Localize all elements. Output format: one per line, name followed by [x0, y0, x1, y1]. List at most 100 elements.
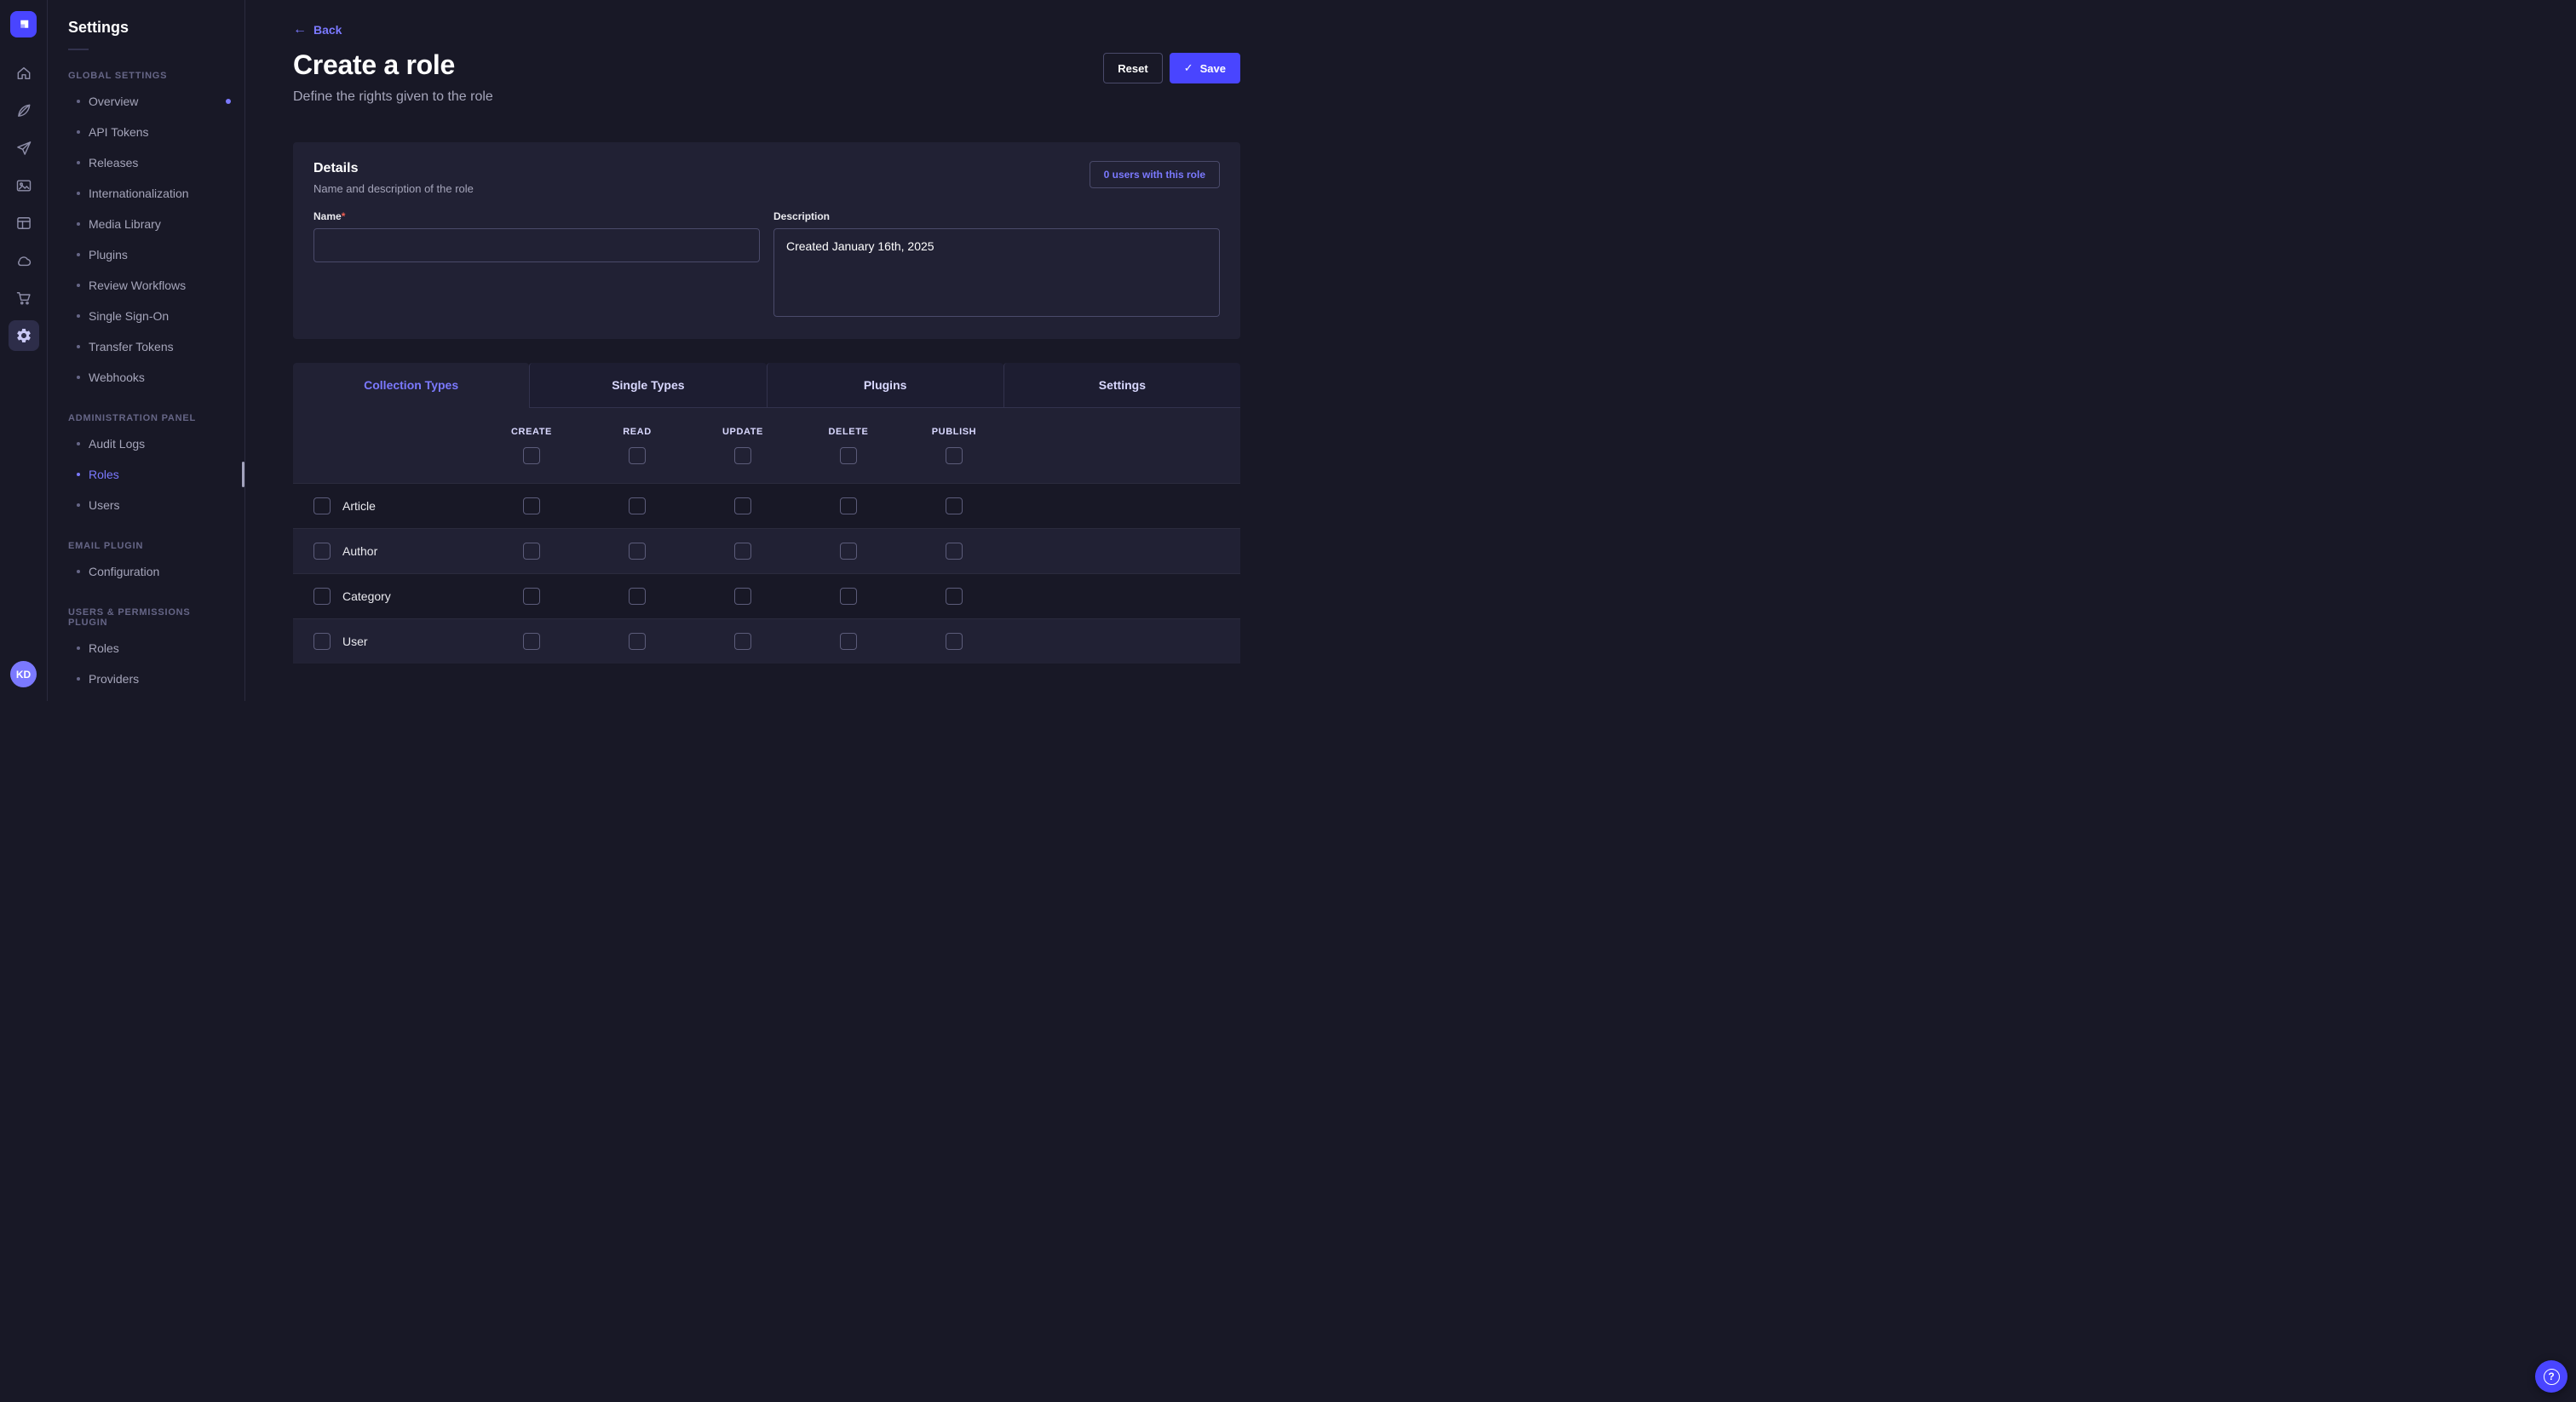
reset-button-label: Reset [1118, 62, 1147, 75]
back-link[interactable]: ← Back [293, 23, 342, 37]
sidebar-item-configuration[interactable]: Configuration [48, 556, 244, 587]
permission-checkbox[interactable] [946, 633, 963, 650]
header-actions: Reset ✓ Save [1103, 53, 1240, 83]
sidebar-item-single-sign-on[interactable]: Single Sign-On [48, 301, 244, 331]
row-select-checkbox[interactable] [313, 497, 331, 514]
section-global-settings: GLOBAL SETTINGS Overview API Tokens Rele… [48, 71, 244, 393]
row-label: Article [342, 499, 376, 513]
page-header: Create a role Define the rights given to… [293, 49, 1240, 105]
select-all-column-checkbox[interactable] [946, 447, 963, 464]
tab-plugins[interactable]: Plugins [767, 363, 1003, 408]
permission-checkbox[interactable] [840, 633, 857, 650]
section-label: USERS & PERMISSIONS PLUGIN [48, 607, 244, 628]
media-library-icon[interactable] [9, 170, 39, 201]
select-all-column-checkbox[interactable] [734, 447, 751, 464]
section-label: EMAIL PLUGIN [48, 541, 244, 551]
select-all-column-checkbox[interactable] [629, 447, 646, 464]
sidebar-title-divider [68, 49, 89, 50]
tab-single-types[interactable]: Single Types [529, 363, 766, 408]
column-update: UPDATE [690, 427, 796, 464]
sidebar-item-transfer-tokens[interactable]: Transfer Tokens [48, 331, 244, 362]
layout-icon[interactable] [9, 208, 39, 238]
permission-checkbox[interactable] [840, 497, 857, 514]
feather-pen-icon[interactable] [9, 95, 39, 126]
sidebar-item-label: Configuration [89, 565, 159, 578]
select-all-column-checkbox[interactable] [523, 447, 540, 464]
paper-plane-icon[interactable] [9, 133, 39, 164]
permission-checkbox[interactable] [523, 543, 540, 560]
sidebar-item-roles-admin[interactable]: Roles [48, 459, 244, 490]
check-icon: ✓ [1184, 61, 1193, 75]
details-form: Name* Description Created January 16th, … [313, 210, 1220, 317]
avatar[interactable]: KD [10, 661, 37, 687]
bullet-icon [77, 473, 80, 476]
column-label: PUBLISH [932, 427, 976, 437]
sidebar-item-overview[interactable]: Overview [48, 86, 244, 117]
settings-sidebar: Settings GLOBAL SETTINGS Overview API To… [48, 0, 245, 701]
permission-checkbox[interactable] [840, 588, 857, 605]
sidebar-item-roles-up[interactable]: Roles [48, 633, 244, 664]
details-title: Details [313, 161, 474, 176]
bullet-icon [77, 442, 80, 445]
tab-collection-types[interactable]: Collection Types [293, 363, 529, 408]
select-all-column-checkbox[interactable] [840, 447, 857, 464]
save-button[interactable]: ✓ Save [1170, 53, 1240, 83]
permission-checkbox[interactable] [946, 497, 963, 514]
description-textarea[interactable]: Created January 16th, 2025 [773, 228, 1220, 317]
bullet-icon [77, 677, 80, 681]
sidebar-item-webhooks[interactable]: Webhooks [48, 362, 244, 393]
bullet-icon [77, 284, 80, 287]
column-delete: DELETE [796, 427, 901, 464]
sidebar-item-releases[interactable]: Releases [48, 147, 244, 178]
permission-checkbox[interactable] [946, 543, 963, 560]
sidebar-item-label: API Tokens [89, 125, 149, 139]
sidebar-item-label: Roles [89, 641, 119, 655]
row-label: User [342, 635, 368, 648]
row-select-checkbox[interactable] [313, 543, 331, 560]
sidebar-item-audit-logs[interactable]: Audit Logs [48, 428, 244, 459]
users-with-role-button[interactable]: 0 users with this role [1090, 161, 1220, 188]
sidebar-item-users[interactable]: Users [48, 490, 244, 520]
cart-icon[interactable] [9, 283, 39, 313]
permission-checkbox[interactable] [523, 588, 540, 605]
permission-checkbox[interactable] [734, 633, 751, 650]
permission-checkbox[interactable] [629, 588, 646, 605]
sidebar-item-label: Providers [89, 672, 139, 686]
notification-dot-icon [226, 99, 231, 104]
permission-checkbox[interactable] [840, 543, 857, 560]
row-select-checkbox[interactable] [313, 633, 331, 650]
permission-checkbox[interactable] [629, 497, 646, 514]
name-field-group: Name* [313, 210, 760, 317]
column-publish: PUBLISH [901, 427, 1007, 464]
permission-checkbox[interactable] [734, 497, 751, 514]
permission-checkbox[interactable] [523, 633, 540, 650]
sidebar-item-review-workflows[interactable]: Review Workflows [48, 270, 244, 301]
sidebar-item-api-tokens[interactable]: API Tokens [48, 117, 244, 147]
row-select-checkbox[interactable] [313, 588, 331, 605]
permission-checkbox[interactable] [523, 497, 540, 514]
help-button[interactable]: ? [2535, 1360, 2567, 1393]
home-icon[interactable] [9, 58, 39, 89]
sidebar-item-internationalization[interactable]: Internationalization [48, 178, 244, 209]
sidebar-item-providers[interactable]: Providers [48, 664, 244, 694]
row-label: Category [342, 589, 391, 603]
gear-icon[interactable] [9, 320, 39, 351]
sidebar-item-plugins[interactable]: Plugins [48, 239, 244, 270]
cloud-icon[interactable] [9, 245, 39, 276]
permission-checkbox[interactable] [629, 543, 646, 560]
details-card-header: Details Name and description of the role… [313, 161, 1220, 195]
permission-checkbox[interactable] [629, 633, 646, 650]
permission-checkbox[interactable] [734, 543, 751, 560]
main-nav-rail: KD [0, 0, 48, 701]
bullet-icon [77, 100, 80, 103]
permission-checkbox[interactable] [734, 588, 751, 605]
column-label: CREATE [511, 427, 552, 437]
strapi-logo[interactable] [10, 11, 37, 37]
description-label: Description [773, 210, 1220, 222]
permission-checkbox[interactable] [946, 588, 963, 605]
name-label: Name* [313, 210, 760, 222]
tab-settings[interactable]: Settings [1003, 363, 1240, 408]
sidebar-item-media-library[interactable]: Media Library [48, 209, 244, 239]
name-input[interactable] [313, 228, 760, 262]
reset-button[interactable]: Reset [1103, 53, 1162, 83]
